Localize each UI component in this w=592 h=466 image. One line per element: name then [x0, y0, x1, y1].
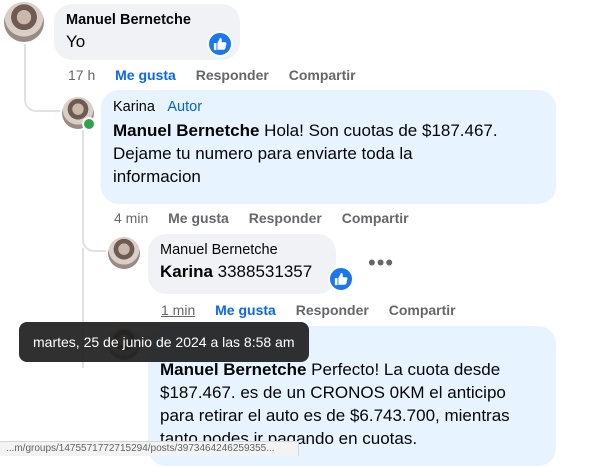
comment-time[interactable]: 4 min	[114, 210, 148, 226]
thread-line-main	[24, 44, 26, 94]
reaction-like-badge[interactable]	[328, 266, 354, 292]
like-icon	[334, 272, 348, 286]
comment-bubble: Manuel Bernetche Karina 3388531357	[148, 234, 336, 294]
comment-text: Yo	[66, 32, 86, 51]
thread-connector-karina	[24, 88, 60, 112]
reply-button[interactable]: Responder	[296, 302, 369, 318]
online-status-icon	[82, 117, 96, 131]
comment-actions: 4 min Me gusta Responder Compartir	[114, 210, 425, 226]
mention-link[interactable]: Manuel Bernetche	[113, 121, 259, 140]
like-button[interactable]: Me gusta	[168, 210, 229, 226]
comment-author[interactable]: Manuel Bernetche	[66, 12, 228, 28]
share-button[interactable]: Compartir	[389, 302, 456, 318]
mention-link[interactable]: Karina	[160, 262, 213, 281]
comment-text: Manuel Bernetche Perfecto! La cuota desd…	[160, 360, 510, 448]
like-button[interactable]: Me gusta	[215, 302, 276, 318]
avatar[interactable]	[4, 2, 44, 42]
comment-text: Karina 3388531357	[160, 262, 313, 281]
reaction-like-badge[interactable]	[207, 31, 233, 57]
comment-time[interactable]: 17 h	[68, 67, 95, 83]
like-icon	[213, 37, 227, 51]
more-options-icon[interactable]: •••	[368, 250, 394, 276]
status-bar-url: ...m/groups/1475571772715294/posts/39734…	[0, 441, 299, 456]
thread-connector-reply	[82, 226, 106, 252]
comment-time[interactable]: 1 min	[161, 302, 195, 318]
timestamp-tooltip: martes, 25 de junio de 2024 a las 8:58 a…	[19, 322, 309, 362]
comment-text: Manuel Bernetche Hola! Son cuotas de $18…	[113, 121, 498, 186]
author-badge: Autor	[167, 99, 203, 115]
mention-link[interactable]: Manuel Bernetche	[160, 360, 306, 379]
share-button[interactable]: Compartir	[342, 210, 409, 226]
reply-button[interactable]: Responder	[249, 210, 322, 226]
thread-line-sub	[82, 130, 84, 230]
share-button[interactable]: Compartir	[289, 67, 356, 83]
comment-bubble: Karina Autor Manuel Bernetche Hola! Son …	[101, 90, 556, 204]
like-button[interactable]: Me gusta	[115, 67, 176, 83]
comment-actions: 1 min Me gusta Responder Compartir	[161, 302, 472, 318]
comment-author[interactable]: Manuel Bernetche	[160, 242, 324, 258]
avatar[interactable]	[108, 237, 140, 269]
comment-author[interactable]: Karina	[113, 99, 155, 115]
comment-actions: 17 h Me gusta Responder Compartir	[68, 67, 372, 83]
reply-button[interactable]: Responder	[196, 67, 269, 83]
